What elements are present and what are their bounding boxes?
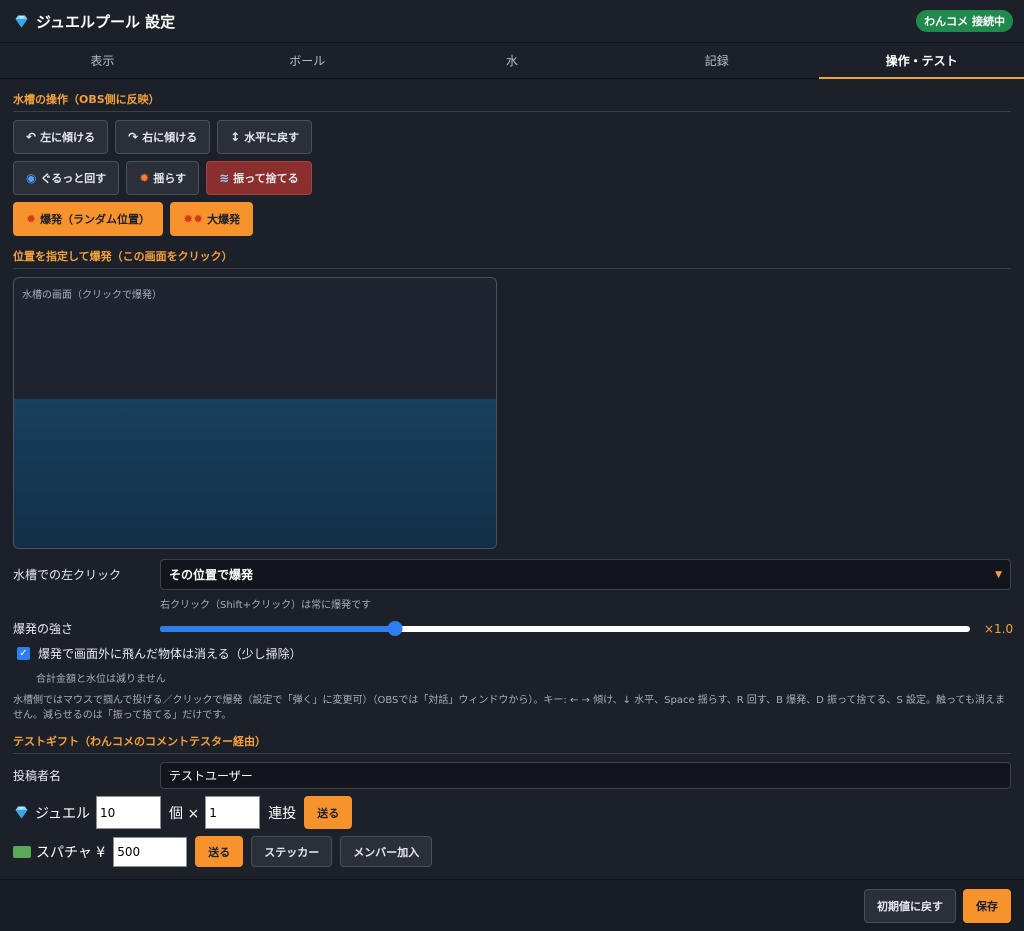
tab-water[interactable]: 水 bbox=[410, 43, 615, 78]
left-click-label: 水槽での左クリック bbox=[13, 568, 122, 582]
strength-label: 爆発の強さ bbox=[13, 622, 74, 636]
cyclone-icon: ◉ bbox=[26, 171, 37, 185]
vanish-hint: 合計金額と水位は減りません bbox=[36, 674, 166, 685]
section-position-explode-title: 位置を指定して爆発（この画面をクリック） bbox=[13, 236, 1011, 269]
poster-row: 投稿者名 テストユーザー bbox=[13, 762, 1011, 789]
strength-slider-fill bbox=[160, 625, 395, 632]
main-content: 水槽の操作（OBS側に反映） ↶ 左に傾ける ↷ 右に傾ける ↕ 水平に戻す ◉… bbox=[0, 79, 1024, 867]
tab-operation-test[interactable]: 操作・テスト bbox=[819, 43, 1024, 79]
member-join-button[interactable]: メンバー加入 bbox=[340, 836, 433, 867]
send-jewel-button[interactable]: 送る bbox=[304, 796, 353, 829]
explode-random-button[interactable]: ✹ 爆発（ランダム位置） bbox=[13, 202, 164, 236]
wave-icon: ≋ bbox=[219, 171, 230, 185]
left-click-select[interactable]: その位置で爆発 ▼ bbox=[160, 559, 1011, 590]
level-button[interactable]: ↕ 水平に戻す bbox=[217, 120, 313, 154]
jewel-count-input[interactable]: 10 bbox=[96, 796, 162, 829]
superchat-label: スパチャ ¥ bbox=[13, 842, 105, 862]
vanish-checkbox-row: ✓ 爆発で画面外に飛んだ物体は消える（少し掃除） bbox=[13, 645, 1011, 662]
collision-icon: ✹ bbox=[139, 171, 150, 185]
rotate-left-icon: ↶ bbox=[26, 130, 37, 144]
jewel-label: ジュエル bbox=[13, 803, 90, 823]
strength-slider-thumb[interactable] bbox=[387, 620, 403, 636]
rotate-right-icon: ↷ bbox=[128, 130, 139, 144]
right-click-hint: 右クリック（Shift+クリック）は常に爆発です bbox=[160, 600, 372, 611]
chevron-down-icon: ▼ bbox=[995, 569, 1002, 580]
header: ジュエルプール 設定 わんコメ 接続中 bbox=[0, 0, 1024, 43]
strength-value: ×1.0 bbox=[984, 621, 1014, 636]
up-down-arrow-icon: ↕ bbox=[230, 130, 241, 144]
save-button[interactable]: 保存 bbox=[963, 888, 1011, 923]
vanish-checkbox[interactable]: ✓ bbox=[17, 647, 30, 660]
dump-button[interactable]: ≋ 振って捨てる bbox=[206, 161, 312, 195]
gem-icon bbox=[15, 806, 28, 819]
tab-record[interactable]: 記録 bbox=[614, 43, 819, 78]
app-title: ジュエルプール 設定 bbox=[13, 11, 175, 32]
motion-button-row: ◉ ぐるっと回す ✹ 揺らす ≋ 振って捨てる bbox=[13, 161, 1011, 195]
double-explosion-icon: ✹✹ bbox=[183, 212, 204, 226]
big-explode-button[interactable]: ✹✹ 大爆発 bbox=[170, 202, 254, 236]
poster-name-input[interactable]: テストユーザー bbox=[160, 762, 1011, 789]
vanish-label: 爆発で画面外に飛んだ物体は消える（少し掃除） bbox=[38, 647, 302, 661]
footer-bar: 初期値に戻す 保存 bbox=[0, 879, 1024, 931]
shake-button[interactable]: ✹ 揺らす bbox=[126, 161, 200, 195]
sticker-button[interactable]: ステッカー bbox=[251, 836, 333, 867]
app-title-text: ジュエルプール 設定 bbox=[36, 12, 176, 31]
tank-preview-canvas[interactable]: 水槽の画面（クリックで爆発） bbox=[13, 277, 497, 549]
explosion-icon: ✹ bbox=[26, 212, 37, 226]
repeat-label: 連投 bbox=[268, 805, 297, 822]
jewel-repeat-input[interactable]: 1 bbox=[205, 796, 261, 829]
section-test-gift-title: テストギフト（わんコメのコメントテスター経由） bbox=[13, 723, 1011, 754]
tab-ball[interactable]: ボール bbox=[205, 43, 410, 78]
connection-status-badge: わんコメ 接続中 bbox=[916, 10, 1013, 32]
strength-slider[interactable] bbox=[160, 620, 970, 636]
left-click-row: 水槽での左クリック その位置で爆発 ▼ bbox=[13, 559, 1011, 590]
tilt-left-button[interactable]: ↶ 左に傾ける bbox=[13, 120, 109, 154]
tank-water bbox=[14, 399, 496, 548]
unit-label: 個 × bbox=[169, 805, 200, 822]
tilt-right-button[interactable]: ↷ 右に傾ける bbox=[115, 120, 211, 154]
tab-display[interactable]: 表示 bbox=[0, 43, 205, 78]
superchat-row: スパチャ ¥ 500 送る ステッカー メンバー加入 bbox=[13, 836, 1011, 867]
superchat-amount-input[interactable]: 500 bbox=[113, 836, 188, 867]
reset-defaults-button[interactable]: 初期値に戻す bbox=[864, 888, 956, 923]
send-superchat-button[interactable]: 送る bbox=[195, 836, 244, 867]
tilt-button-row: ↶ 左に傾ける ↷ 右に傾ける ↕ 水平に戻す bbox=[13, 120, 1011, 154]
tank-preview-label: 水槽の画面（クリックで爆発） bbox=[22, 290, 162, 301]
rotate-button[interactable]: ◉ ぐるっと回す bbox=[13, 161, 120, 195]
money-icon bbox=[13, 845, 31, 858]
poster-label: 投稿者名 bbox=[13, 769, 62, 783]
tab-bar: 表示 ボール 水 記録 操作・テスト bbox=[0, 43, 1024, 79]
strength-slider-wrap: ×1.0 bbox=[160, 620, 1014, 636]
explode-button-row: ✹ 爆発（ランダム位置） ✹✹ 大爆発 bbox=[13, 202, 1011, 236]
section-tank-ops-title: 水槽の操作（OBS側に反映） bbox=[13, 79, 1011, 112]
strength-row: 爆発の強さ ×1.0 bbox=[13, 620, 1014, 637]
help-text: 水槽側ではマウスで掴んで投げる／クリックで爆発（設定で「弾く」に変更可）（OBS… bbox=[13, 695, 1006, 721]
gem-icon bbox=[15, 15, 28, 27]
jewel-row: ジュエル 10 個 × 1 連投 送る bbox=[13, 796, 1011, 829]
